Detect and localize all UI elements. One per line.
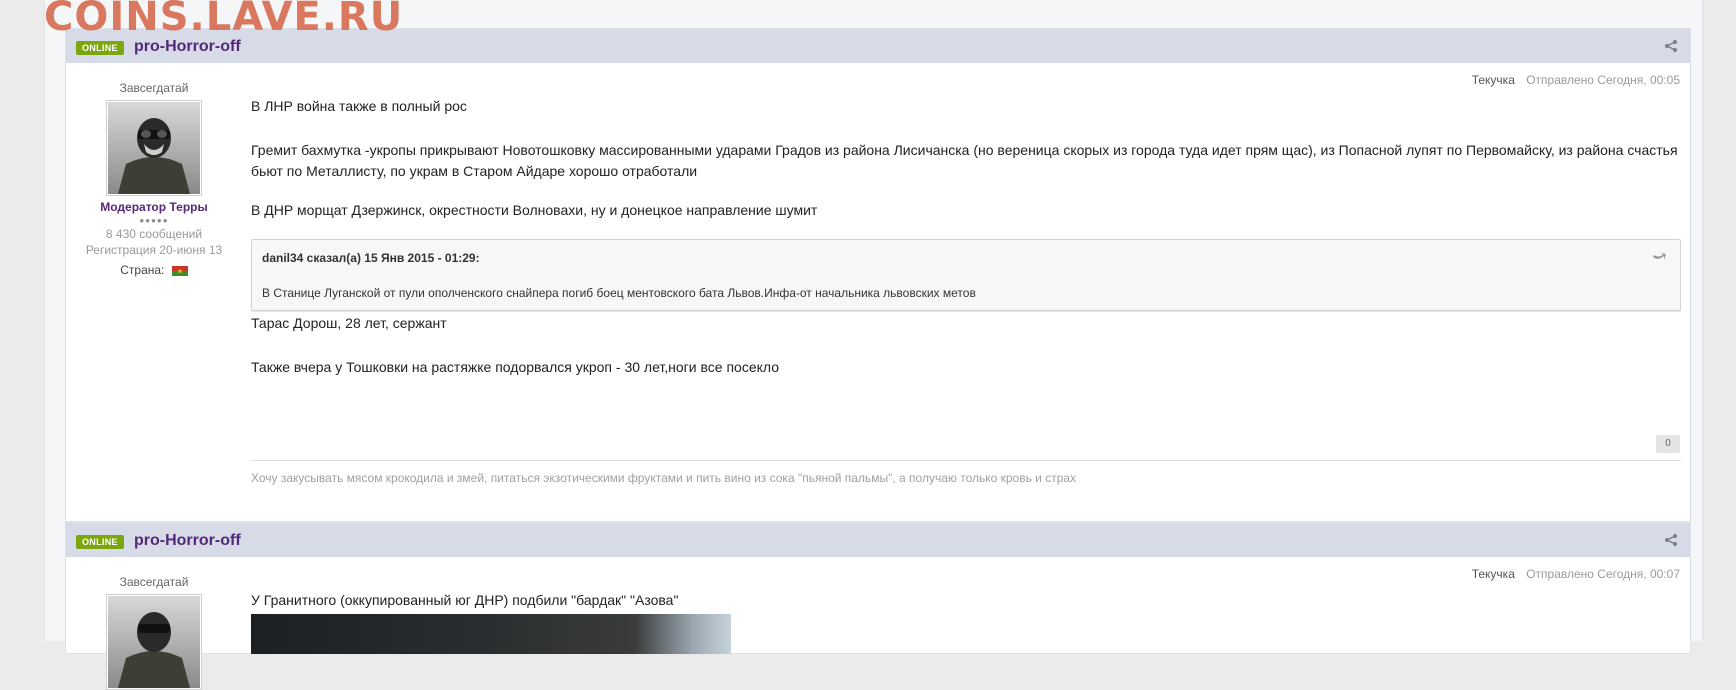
author-sidebar: Завсегдатай (66, 575, 242, 690)
share-icon[interactable] (1664, 533, 1678, 547)
avatar[interactable] (106, 100, 202, 196)
post-paragraph: Гремит бахмутка -укропы прикрывают Новот… (251, 142, 1678, 179)
country-label: Страна: (120, 263, 165, 277)
post-paragraph: В ЛНР война также в полный рос (251, 98, 467, 114)
author-name-link[interactable]: pro-Horror-off (134, 38, 241, 56)
post-count: 8 430 сообщений (105, 227, 203, 241)
avatar[interactable] (106, 594, 202, 690)
user-title: Завсегдатай (119, 81, 189, 95)
post-date-link[interactable]: Отправлено Сегодня, 00:05 (1526, 73, 1680, 87)
online-badge: ONLINE (76, 535, 124, 549)
mood-label: Текучка (1471, 567, 1515, 581)
watermark: COINS.LAVE.RU (44, 0, 404, 40)
reputation-counter[interactable]: 0 (1656, 435, 1680, 453)
post-paragraph: Тарас Дорош, 28 лет, сержант (251, 315, 447, 331)
author-name-link[interactable]: pro-Horror-off (134, 532, 241, 550)
quote-text: В Станице Луганской от пули ополченского… (262, 286, 976, 300)
user-group: Модератор Терры (100, 200, 208, 214)
avatar-image (108, 596, 200, 688)
post-header: ONLINE pro-Horror-off (66, 523, 1690, 557)
post-content: У Гранитного (оккупированный юг ДНР) под… (251, 590, 1681, 611)
post-paragraph: Также вчера у Тошковки на растяжке подор… (251, 359, 779, 375)
forum-page: ONLINE pro-Horror-off Завсегдатай Модера… (44, 0, 1703, 690)
post: ONLINE pro-Horror-off Завсегдатай (65, 522, 1691, 690)
registration-date: Регистрация 20-июня 13 (85, 243, 223, 257)
share-icon[interactable] (1664, 39, 1678, 53)
country: Страна: (66, 263, 242, 277)
post-image[interactable] (251, 614, 731, 654)
online-badge: ONLINE (76, 41, 124, 55)
mood-label: Текучка (1471, 73, 1515, 87)
avatar-image (108, 102, 200, 194)
post-meta: Текучка Отправлено Сегодня, 00:05 (1472, 73, 1680, 87)
post-meta: Текучка Отправлено Сегодня, 00:07 (1472, 567, 1680, 581)
rank-pips: ●●●●● (139, 216, 169, 225)
signature: Хочу закусывать мясом крокодила и змей, … (251, 471, 1077, 485)
post-date-link[interactable]: Отправлено Сегодня, 00:07 (1526, 567, 1680, 581)
quote-block: danil34 сказал(а) 15 Янв 2015 - 01:29: В… (251, 239, 1681, 311)
view-quoted-post-icon[interactable] (1652, 252, 1666, 262)
flag-icon (171, 265, 188, 276)
author-sidebar: Завсегдатай (66, 81, 242, 277)
quote-author: danil34 сказал(а) 15 Янв 2015 - 01:29: (262, 251, 480, 265)
signature-divider (251, 460, 1681, 461)
post-content: В ЛНР война также в полный рос Гремит ба… (251, 96, 1681, 378)
post-paragraph: У Гранитного (оккупированный юг ДНР) под… (251, 592, 679, 608)
post-paragraph: В ДНР морщат Дзержинск, окрестности Волн… (251, 202, 818, 218)
user-title: Завсегдатай (119, 575, 189, 589)
post: ONLINE pro-Horror-off Завсегдатай (65, 28, 1691, 522)
